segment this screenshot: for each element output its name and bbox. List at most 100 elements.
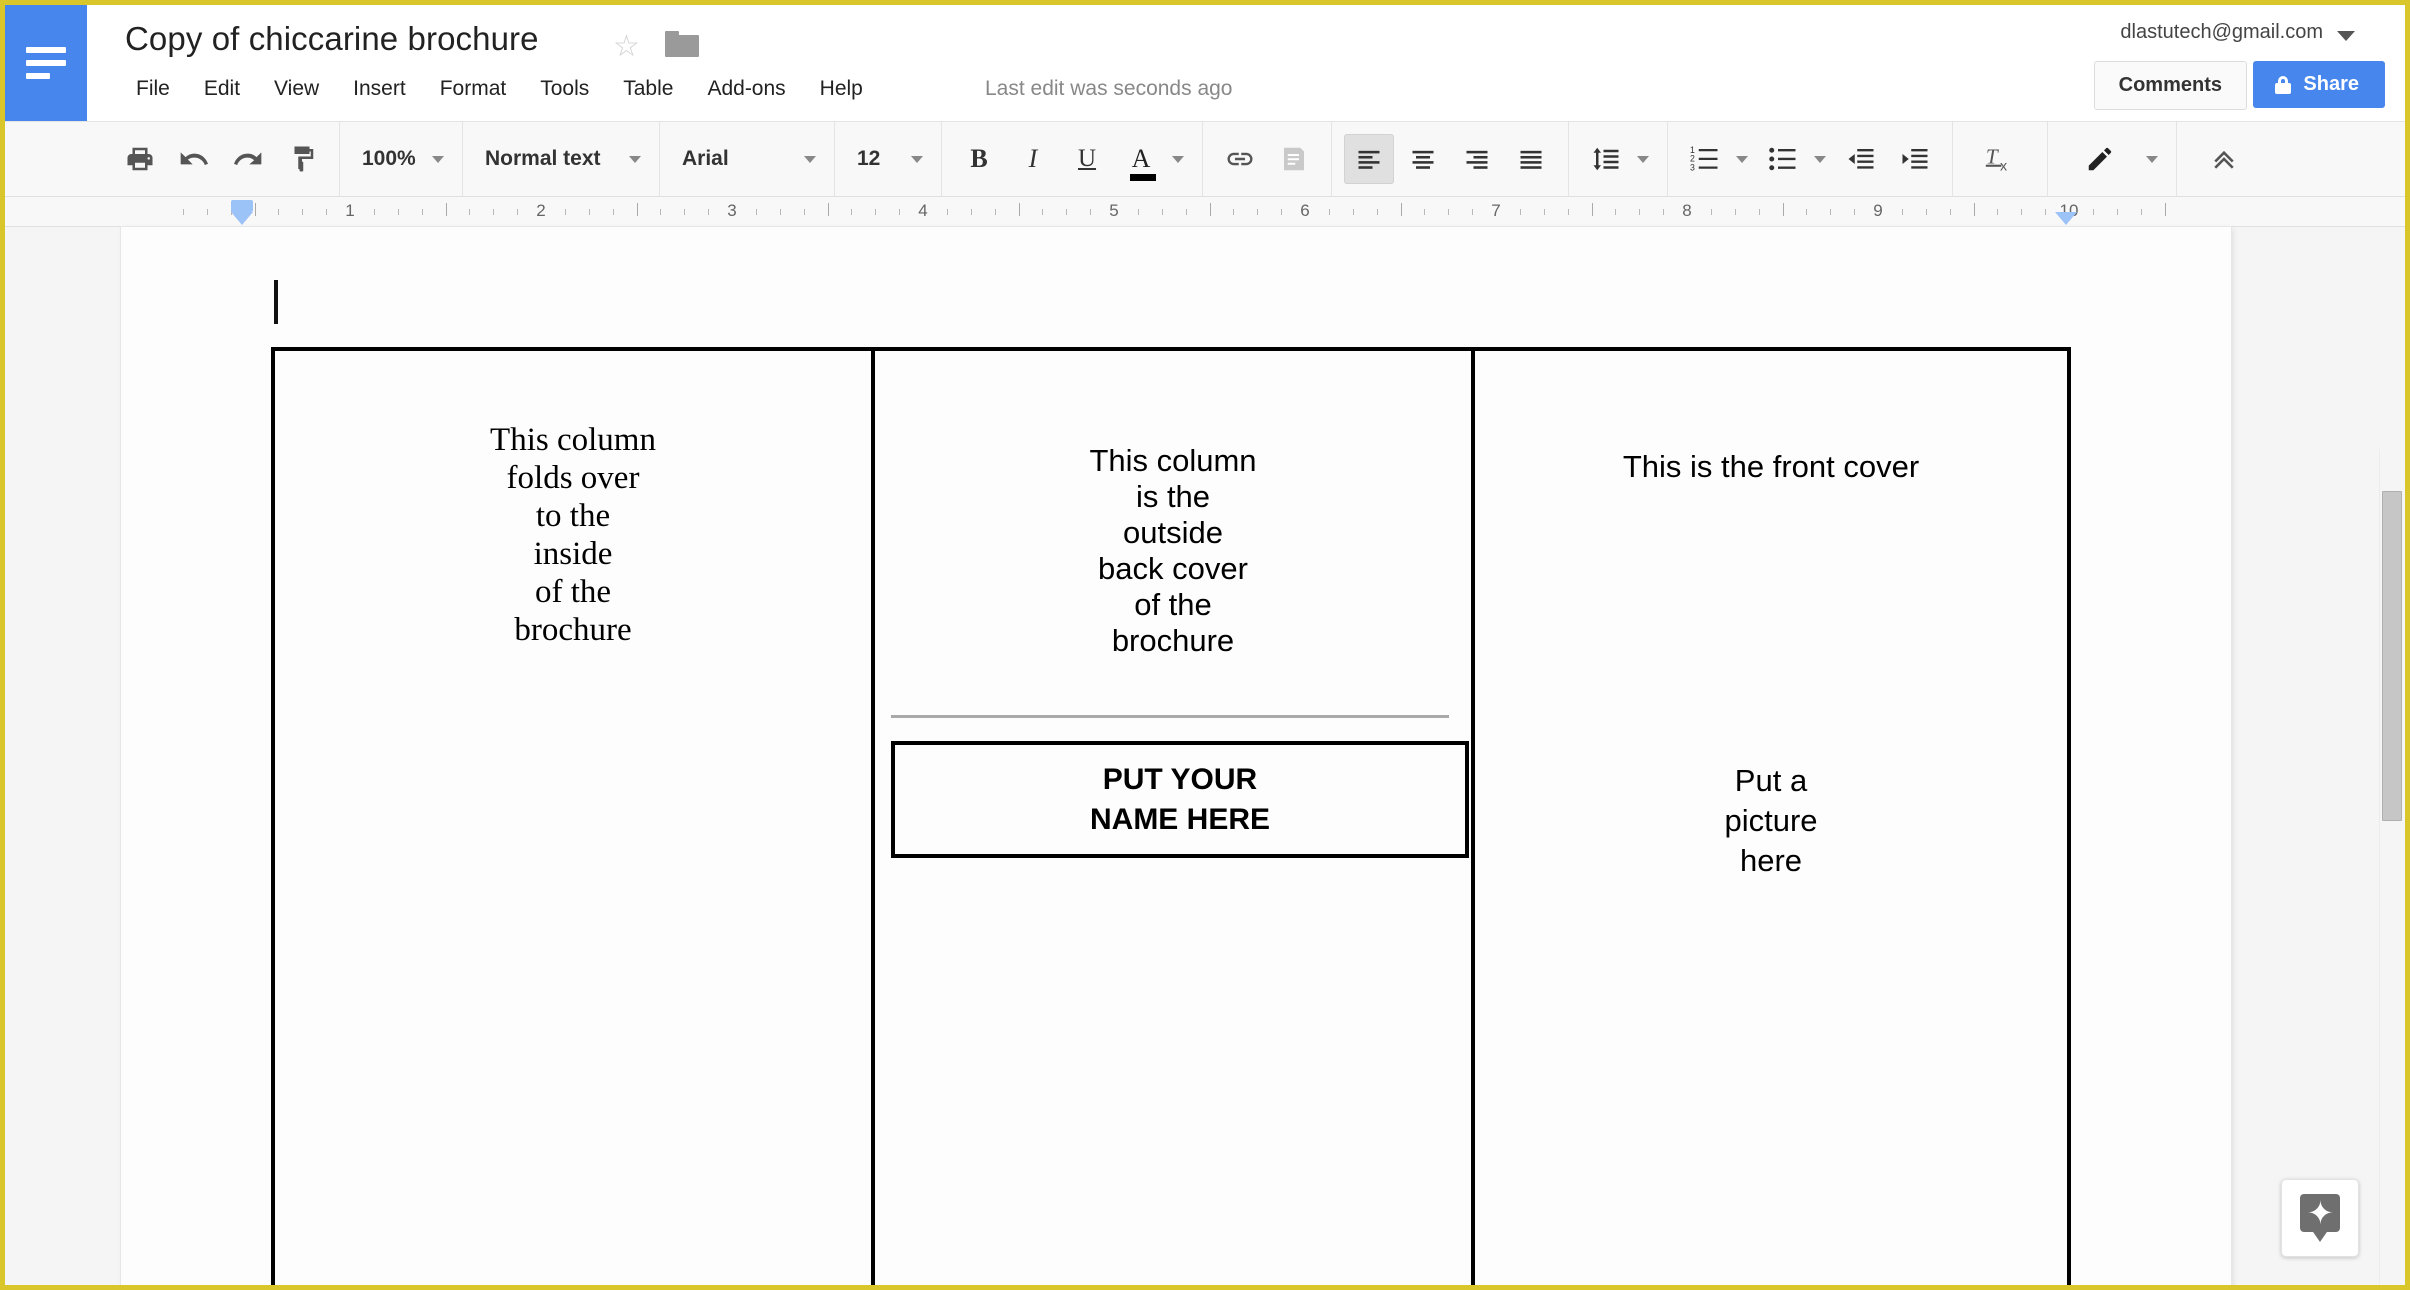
ruler-number: 9 — [1873, 201, 1883, 220]
ruler-tick — [493, 209, 495, 215]
ruler-tick — [373, 209, 375, 215]
text-color-label: A — [1131, 144, 1151, 173]
ruler-tick — [1281, 209, 1283, 215]
ruler-tick — [827, 203, 829, 216]
front-cover-title: This is the front cover — [1622, 449, 1920, 484]
ruler-tick — [1209, 203, 1211, 216]
ruler-tick — [851, 209, 853, 215]
align-justify-icon[interactable] — [1506, 134, 1556, 184]
docs-home-logo[interactable] — [5, 5, 87, 121]
folder-icon[interactable] — [665, 31, 699, 57]
bulleted-list-icon[interactable] — [1758, 134, 1808, 184]
table-cell-left-fold[interactable]: This column folds over to the inside of … — [275, 351, 875, 1285]
line-spacing-caret-icon[interactable] — [1637, 155, 1649, 163]
left-indent-marker[interactable] — [231, 212, 253, 225]
font-size-caret-icon[interactable] — [911, 155, 923, 163]
star-outline-icon[interactable]: ☆ — [613, 32, 640, 62]
right-indent-marker[interactable] — [2055, 212, 2077, 225]
explore-button[interactable]: ✦ — [2281, 1179, 2359, 1257]
ruler-number: 1 — [345, 201, 355, 220]
edit-mode-caret-icon[interactable] — [2146, 155, 2158, 163]
text-line: to the — [535, 498, 611, 534]
ruler-tick — [660, 209, 662, 215]
add-comment-icon[interactable] — [1269, 134, 1319, 184]
horizontal-rule — [891, 715, 1449, 718]
picture-placeholder-text: Put a picture here — [1475, 761, 2067, 881]
svg-text:x: x — [2000, 158, 2007, 174]
line-spacing-icon[interactable] — [1581, 134, 1631, 184]
ruler-tick — [564, 209, 566, 215]
pencil-icon[interactable] — [2060, 134, 2140, 184]
italic-button[interactable]: I — [1008, 134, 1058, 184]
numbered-list-caret-icon[interactable] — [1736, 155, 1748, 163]
ruler[interactable]: 1 2 3 4 5 6 7 8 9 10 — [5, 197, 2405, 227]
text-line: NAME HERE — [1089, 802, 1270, 836]
last-edit-status[interactable]: Last edit was seconds ago — [985, 77, 1233, 101]
ruler-tick — [970, 209, 972, 215]
align-left-icon[interactable] — [1344, 134, 1394, 184]
name-box-text: PUT YOUR NAME HERE — [1090, 760, 1270, 840]
font-size-value[interactable]: 12 — [845, 134, 907, 184]
align-center-icon[interactable] — [1398, 134, 1448, 184]
ruler-tick — [397, 209, 399, 215]
chevron-down-icon[interactable] — [2337, 31, 2355, 41]
table-cell-front-cover[interactable]: This is the front cover Put a picture he… — [1475, 351, 2067, 1285]
decrease-indent-icon[interactable] — [1836, 134, 1886, 184]
menu-item-help[interactable]: Help — [803, 73, 880, 105]
text-color-button[interactable]: A — [1116, 134, 1166, 184]
menu-item-file[interactable]: File — [119, 73, 187, 105]
ruler-tick — [1161, 209, 1163, 215]
bulleted-list-caret-icon[interactable] — [1814, 155, 1826, 163]
clear-formatting-icon[interactable]: Tx — [1965, 134, 2035, 184]
toolbar-group-file — [5, 121, 340, 197]
redo-icon[interactable] — [223, 134, 273, 184]
toolbar-group-paragraph-style: Normal text — [463, 121, 660, 197]
name-placeholder-box[interactable]: PUT YOUR NAME HERE — [891, 741, 1469, 858]
paragraph-style-value[interactable]: Normal text — [473, 134, 625, 184]
font-family-value[interactable]: Arial — [670, 134, 800, 184]
increase-indent-icon[interactable] — [1890, 134, 1940, 184]
document-canvas[interactable]: This column folds over to the inside of … — [5, 227, 2405, 1285]
paragraph-style-caret-icon[interactable] — [629, 155, 641, 163]
menu-item-edit[interactable]: Edit — [187, 73, 257, 105]
numbered-list-icon[interactable]: 123 — [1680, 134, 1730, 184]
paint-format-icon[interactable] — [277, 134, 327, 184]
menu-item-view[interactable]: View — [257, 73, 336, 105]
first-line-indent-marker[interactable] — [231, 200, 253, 212]
menu-item-insert[interactable]: Insert — [336, 73, 423, 105]
menu-item-tools[interactable]: Tools — [523, 73, 606, 105]
italic-label: I — [1028, 144, 1038, 173]
ruler-tick — [1782, 203, 1784, 216]
ruler-tick — [1185, 209, 1187, 215]
font-family-caret-icon[interactable] — [804, 155, 816, 163]
align-right-icon[interactable] — [1452, 134, 1502, 184]
bold-button[interactable]: B — [954, 134, 1004, 184]
toolbar-group-collapse — [2177, 121, 2271, 197]
toolbar-group-font: Arial — [660, 121, 835, 197]
toolbar-group-insert — [1203, 121, 1332, 197]
ruler-number: 7 — [1491, 201, 1501, 220]
menu-item-format[interactable]: Format — [423, 73, 524, 105]
menu-item-table[interactable]: Table — [606, 73, 690, 105]
menu-item-add-ons[interactable]: Add-ons — [690, 73, 802, 105]
text-color-caret-icon[interactable] — [1172, 155, 1184, 163]
comments-button[interactable]: Comments — [2093, 61, 2247, 110]
ruler-tick — [1997, 209, 1999, 215]
print-icon[interactable] — [115, 134, 165, 184]
zoom-dropdown-caret-icon[interactable] — [432, 155, 444, 163]
table-cell-outside-back-cover[interactable]: This column is the outside back cover of… — [875, 351, 1475, 1285]
ruler-tick — [1949, 209, 1951, 215]
vertical-scrollbar-thumb[interactable] — [2382, 491, 2402, 821]
document-page[interactable]: This column folds over to the inside of … — [121, 227, 2231, 1285]
explore-star-icon: ✦ — [2300, 1194, 2340, 1242]
chevron-up-icon[interactable] — [2189, 134, 2259, 184]
undo-icon[interactable] — [169, 134, 219, 184]
document-title[interactable]: Copy of chiccarine brochure — [125, 20, 539, 58]
vertical-scrollbar-track[interactable] — [2379, 449, 2405, 1285]
share-button[interactable]: Share — [2253, 61, 2385, 108]
zoom-value[interactable]: 100% — [350, 134, 428, 184]
link-icon[interactable] — [1215, 134, 1265, 184]
brochure-table[interactable]: This column folds over to the inside of … — [271, 347, 2071, 1285]
text-line: brochure — [1111, 623, 1235, 658]
underline-button[interactable]: U — [1062, 134, 1112, 184]
